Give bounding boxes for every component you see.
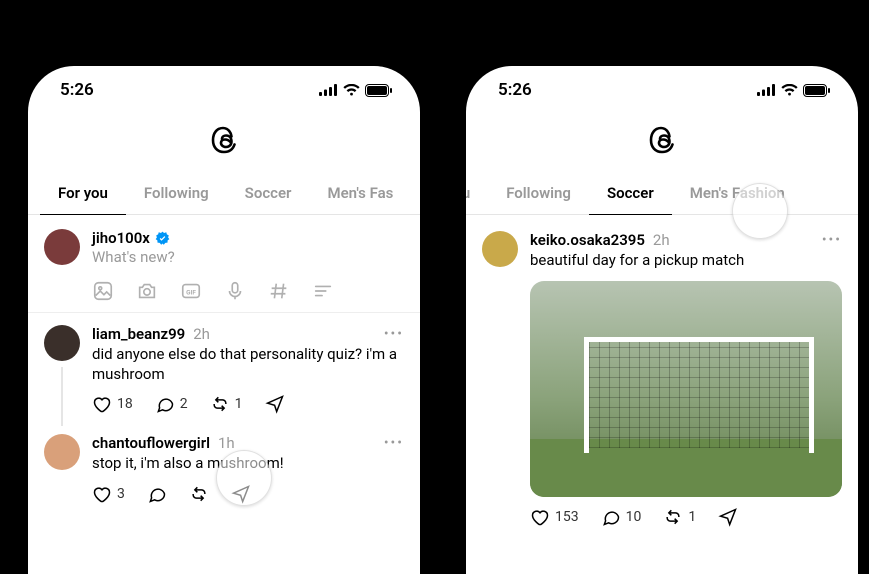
app-logo-row [28,106,420,174]
battery-icon [803,84,830,97]
status-time: 5:26 [498,80,532,100]
compose-username: jiho100x [92,229,150,247]
app-logo-row [466,106,858,174]
wifi-icon [781,84,798,96]
reply-button[interactable] [147,484,167,504]
post-image[interactable] [530,281,842,497]
tab-following[interactable]: Following [126,174,227,214]
hashtag-icon[interactable] [268,280,290,302]
mic-icon[interactable] [224,280,246,302]
like-button[interactable]: 153 [530,507,579,527]
avatar[interactable] [44,325,80,361]
tab-soccer[interactable]: Soccer [589,174,672,214]
compose-tools: GIF [92,280,404,302]
touch-indicator [732,183,788,239]
tab-soccer[interactable]: Soccer [227,174,310,214]
reply-button[interactable]: 2 [155,394,188,414]
share-button[interactable] [718,507,738,527]
avatar[interactable] [482,231,518,267]
status-icons [319,84,392,97]
repost-button[interactable]: 1 [663,507,696,527]
post-text: did anyone else do that personality quiz… [92,345,404,384]
gallery-icon[interactable] [92,280,114,302]
reply-button[interactable]: 10 [601,507,642,527]
status-bar: 5:26 [466,66,858,106]
tab-for-you[interactable]: you [466,174,488,214]
verified-badge-icon [155,231,170,246]
tab-for-you[interactable]: For you [40,174,126,214]
feed-tabs: For you Following Soccer Men's Fas [28,174,420,215]
post[interactable]: keiko.osaka2395 2h ••• beautiful day for… [466,215,858,535]
post-more-icon[interactable]: ••• [384,435,404,451]
post-timestamp: 2h [653,231,670,249]
battery-icon [365,84,392,97]
post-username[interactable]: liam_beanz99 [92,325,185,343]
camera-icon[interactable] [136,280,158,302]
post-timestamp: 1h [218,434,235,452]
like-button[interactable]: 3 [92,484,125,504]
like-button[interactable]: 18 [92,394,133,414]
gif-icon[interactable]: GIF [180,280,202,302]
post-username[interactable]: chantouflowergirl [92,434,210,452]
avatar[interactable] [44,229,80,265]
cellular-icon [319,84,338,96]
compose-row[interactable]: jiho100x What's new? GIF [28,215,420,313]
post-more-icon[interactable]: ••• [822,232,842,248]
post-text: beautiful day for a pickup match [530,251,842,271]
feed-tabs: you Following Soccer Men's Fashion [466,174,858,215]
post[interactable]: liam_beanz99 2h ••• did anyone else do t… [28,313,420,422]
share-button[interactable] [265,394,285,414]
post-more-icon[interactable]: ••• [384,326,404,342]
compose-prompt[interactable]: What's new? [92,248,404,266]
menu-icon[interactable] [312,280,334,302]
cellular-icon [757,84,776,96]
threads-logo-icon [646,120,678,156]
repost-button[interactable]: 1 [210,394,243,414]
phone-right: 5:26 you Following Soccer Men's Fashion … [466,66,858,574]
wifi-icon [343,84,360,96]
status-icons [757,84,830,97]
phone-left: 5:26 For you Following Soccer Men's Fas … [28,66,420,574]
status-bar: 5:26 [28,66,420,106]
threads-logo-icon [208,120,240,156]
post-actions: 153 10 1 [530,507,842,527]
avatar[interactable] [44,434,80,470]
post-timestamp: 2h [193,325,210,343]
svg-text:GIF: GIF [186,289,196,297]
post-username[interactable]: keiko.osaka2395 [530,231,645,249]
touch-indicator [216,450,272,506]
status-time: 5:26 [60,80,94,100]
post-actions: 18 2 1 [92,394,404,414]
repost-button[interactable] [189,484,209,504]
tab-mens-fashion[interactable]: Men's Fas [309,174,393,214]
tab-following[interactable]: Following [488,174,589,214]
